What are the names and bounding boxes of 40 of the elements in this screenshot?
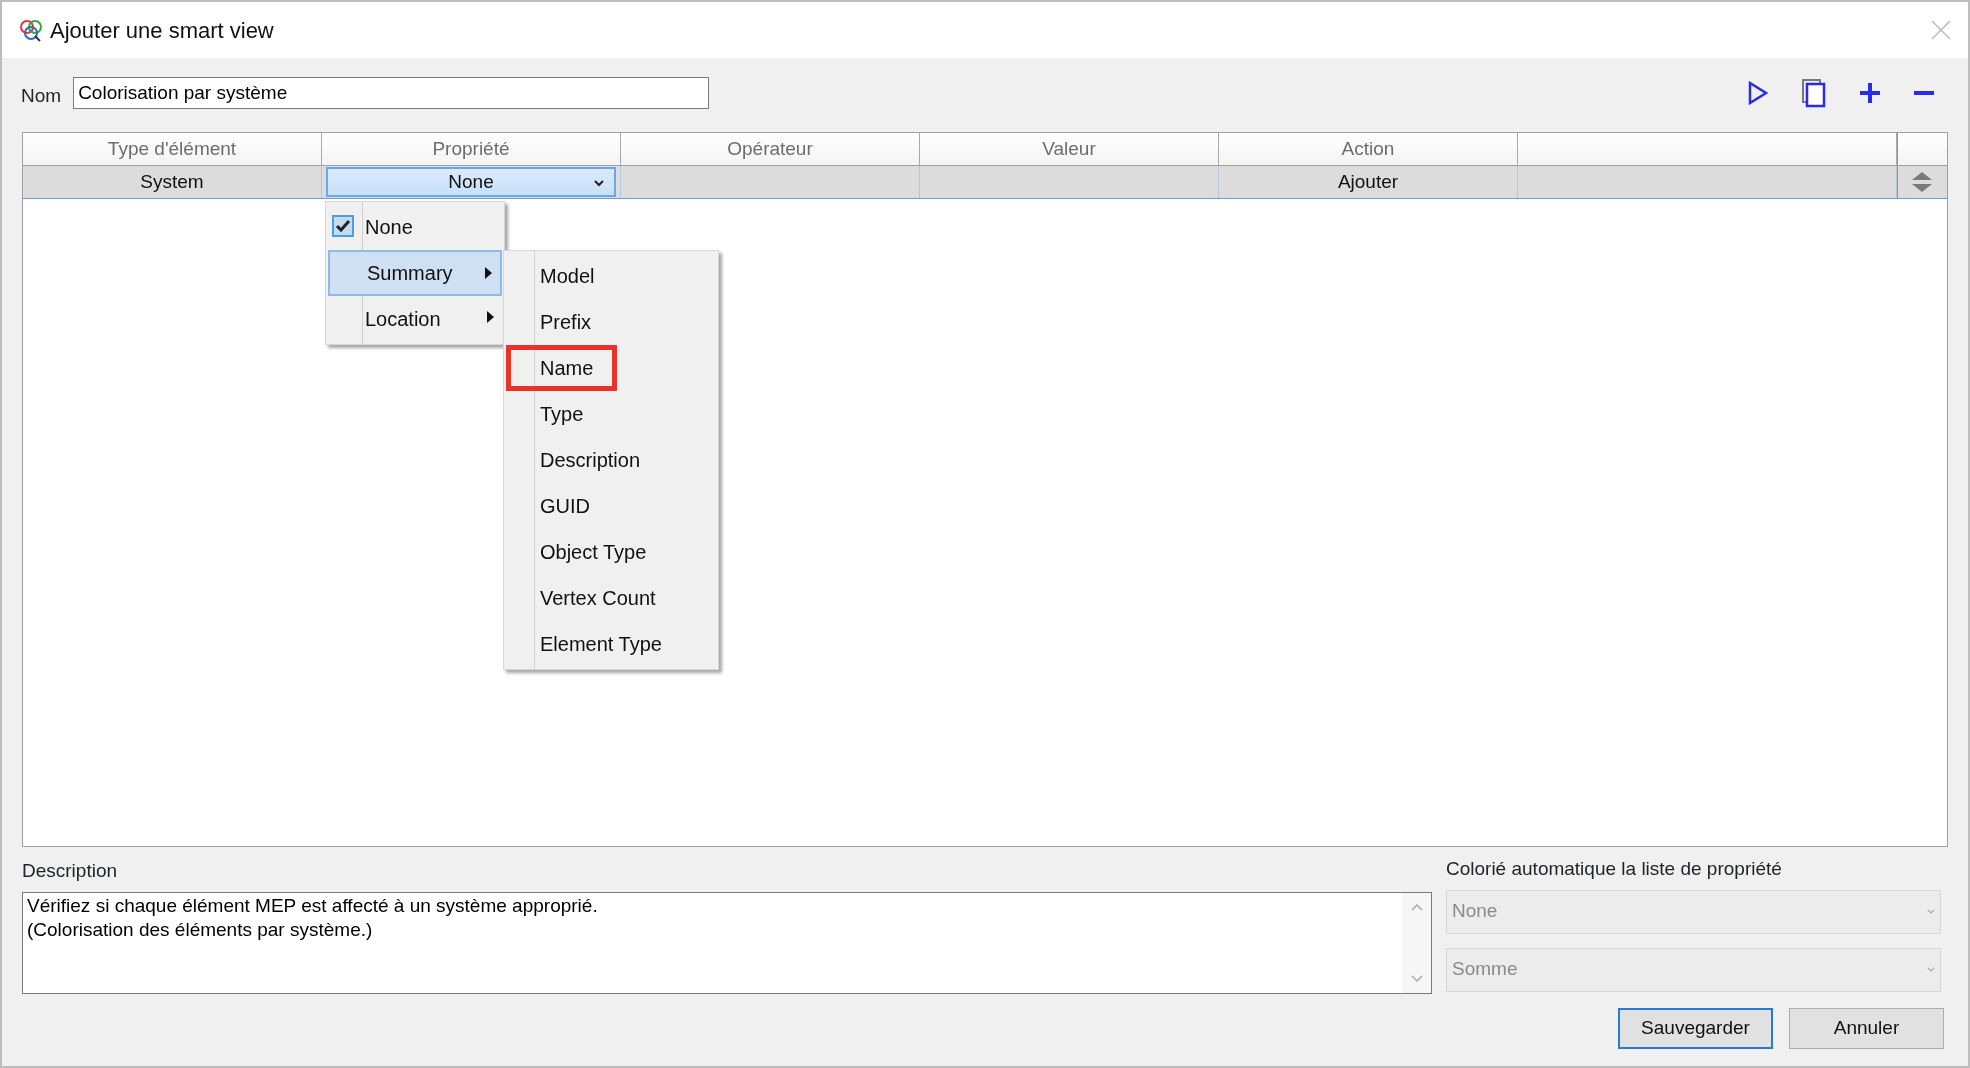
menu-item[interactable]: Vertex Count — [506, 575, 680, 621]
submenu-arrow-icon — [485, 267, 492, 279]
column-header[interactable]: Valeur — [920, 133, 1219, 165]
copy-icon[interactable] — [1802, 78, 1826, 108]
sort-icon[interactable] — [1911, 172, 1932, 192]
dialog-button[interactable]: Annuler — [1789, 1007, 1944, 1049]
name-label: Nom — [21, 83, 62, 108]
column-header[interactable]: Action — [1219, 133, 1518, 165]
auto-color-label: Colorié automatique la liste de propriété — [1446, 857, 1783, 881]
close-icon[interactable] — [1930, 19, 1952, 41]
table-cell: System — [23, 166, 322, 198]
app-icon — [18, 18, 42, 42]
menu-item[interactable]: None — [328, 204, 502, 250]
menu-item[interactable]: Object Type — [506, 529, 671, 575]
property-dropdown[interactable]: None — [326, 167, 616, 197]
chevron-icon — [594, 180, 604, 187]
menu-item[interactable]: Location — [328, 296, 502, 342]
play-icon[interactable] — [1748, 81, 1768, 105]
table-cell: Ajouter — [1219, 166, 1518, 198]
select-value: None — [1452, 899, 1498, 924]
name-field[interactable]: Colorisation par système — [73, 77, 710, 109]
column-header[interactable]: Opérateur — [621, 133, 920, 165]
dialog-button[interactable]: Sauvegarder — [1618, 1007, 1773, 1049]
menu-item[interactable]: Summary — [328, 250, 502, 296]
menu-item[interactable]: GUID — [506, 483, 614, 529]
column-header[interactable]: Type d'élément — [23, 133, 322, 165]
chevron-icon — [1927, 909, 1935, 914]
menu-item[interactable]: Name — [506, 345, 618, 391]
menu-item[interactable]: Type — [506, 391, 608, 437]
menu-item[interactable]: Description — [506, 437, 665, 483]
submenu-arrow-icon — [487, 311, 494, 323]
add-icon[interactable] — [1860, 83, 1880, 103]
menu-item[interactable]: Prefix — [506, 299, 616, 345]
menu-item[interactable]: Element Type — [506, 621, 686, 667]
chevron-icon — [1927, 967, 1935, 972]
menu-item[interactable]: Model — [506, 253, 619, 299]
select-value: Somme — [1452, 957, 1518, 982]
window-title: Ajouter une smart view — [50, 16, 274, 45]
description-label: Description — [22, 859, 119, 883]
column-header[interactable]: Propriété — [322, 133, 621, 165]
